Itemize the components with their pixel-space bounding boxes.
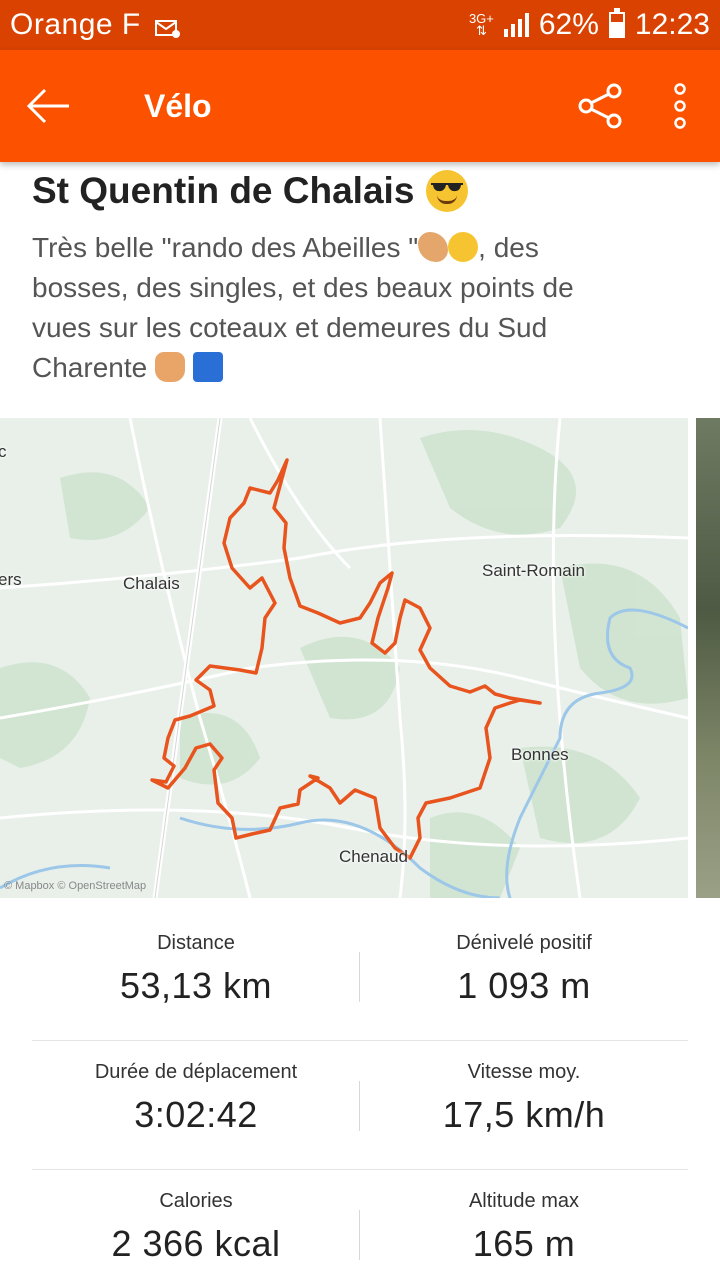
app-bar: Vélo [0, 50, 720, 162]
stat-label: Altitude max [468, 1190, 580, 1212]
share-button[interactable] [560, 50, 640, 162]
thumbs-up-emoji-icon [154, 352, 185, 382]
divider [359, 1081, 360, 1131]
stat-label: Distance [157, 932, 235, 954]
description-line: Très belle "rando des Abeilles " [32, 232, 419, 263]
divider [359, 1210, 360, 1260]
map-label-bonnes: Bonnes [511, 745, 569, 764]
hands-emoji-icon [418, 232, 449, 262]
stats-row: Distance 53,13 km Dénivelé positif 1 093… [32, 912, 688, 1041]
more-options-button[interactable] [640, 50, 720, 162]
divider [359, 952, 360, 1002]
signal-strength-icon [503, 13, 529, 37]
stats-grid: Distance 53,13 km Dénivelé positif 1 093… [32, 912, 688, 1280]
description-line: bosses, des singles, et des beaux points… [32, 272, 574, 303]
stat-value: 165 m [472, 1223, 576, 1264]
stat-label: Dénivelé positif [456, 932, 592, 954]
map-label-c: c [0, 442, 7, 461]
more-vertical-icon [674, 83, 686, 129]
battery-icon [608, 8, 625, 38]
stat-value: 53,13 km [119, 965, 273, 1006]
map-graphic [0, 418, 688, 898]
map-label-ers: ers [0, 570, 22, 589]
description-line: , des [478, 232, 539, 263]
stat-moving-time: Durée de déplacement 3:02:42 [32, 1041, 360, 1169]
stat-label: Vitesse moy. [467, 1061, 581, 1083]
activity-title-text: St Quentin de Chalais [32, 170, 415, 211]
arrow-left-icon [26, 88, 69, 124]
mountain-bike-emoji-icon [192, 352, 223, 382]
map-label-chalais: Chalais [123, 574, 180, 593]
message-notification-icon [154, 14, 181, 38]
back-button[interactable] [0, 50, 96, 162]
network-type: 3G+ ⇅ [468, 11, 494, 38]
stats-row: Calories 2 366 kcal Altitude max 165 m [32, 1170, 688, 1280]
stat-value: 2 366 kcal [111, 1223, 281, 1264]
map-attribution[interactable]: © Mapbox © OpenStreetMap [4, 880, 146, 892]
stats-row: Durée de déplacement 3:02:42 Vitesse moy… [32, 1041, 688, 1170]
map-label-saint-romain: Saint-Romain [482, 561, 585, 580]
map-label-chenaud: Chenaud [339, 847, 409, 866]
stat-value: 3:02:42 [134, 1094, 258, 1135]
page-title: Vélo [144, 87, 212, 124]
activity-description: Très belle "rando des Abeilles " , des bo… [32, 228, 692, 388]
activity-photo-thumbnail[interactable] [696, 418, 720, 898]
description-line: Charente [32, 352, 155, 383]
stat-distance: Distance 53,13 km [32, 912, 360, 1040]
stat-calories: Calories 2 366 kcal [32, 1170, 360, 1280]
battery-percent: 62% [538, 8, 599, 41]
sunglasses-emoji-icon [426, 170, 469, 212]
stat-label: Durée de déplacement [94, 1061, 298, 1083]
activity-title: St Quentin de Chalais [32, 170, 469, 212]
stat-value: 17,5 km/h [442, 1094, 606, 1135]
description-line: vues sur les coteaux et demeures du Sud [32, 312, 548, 343]
smile-emoji-icon [448, 232, 479, 262]
status-bar: Orange F 3G+ ⇅ 62% 12:23 [0, 0, 720, 50]
clock: 12:23 [634, 8, 710, 41]
stat-elevation-gain: Dénivelé positif 1 093 m [360, 912, 688, 1040]
stat-average-speed: Vitesse moy. 17,5 km/h [360, 1041, 688, 1169]
route-map[interactable]: c ers Chalais Saint-Romain Bonnes Chenau… [0, 418, 688, 898]
stat-max-elevation: Altitude max 165 m [360, 1170, 688, 1280]
stat-label: Calories [159, 1190, 233, 1212]
stat-value: 1 093 m [457, 965, 591, 1006]
share-icon [578, 83, 622, 129]
carrier-name: Orange F [10, 8, 141, 41]
